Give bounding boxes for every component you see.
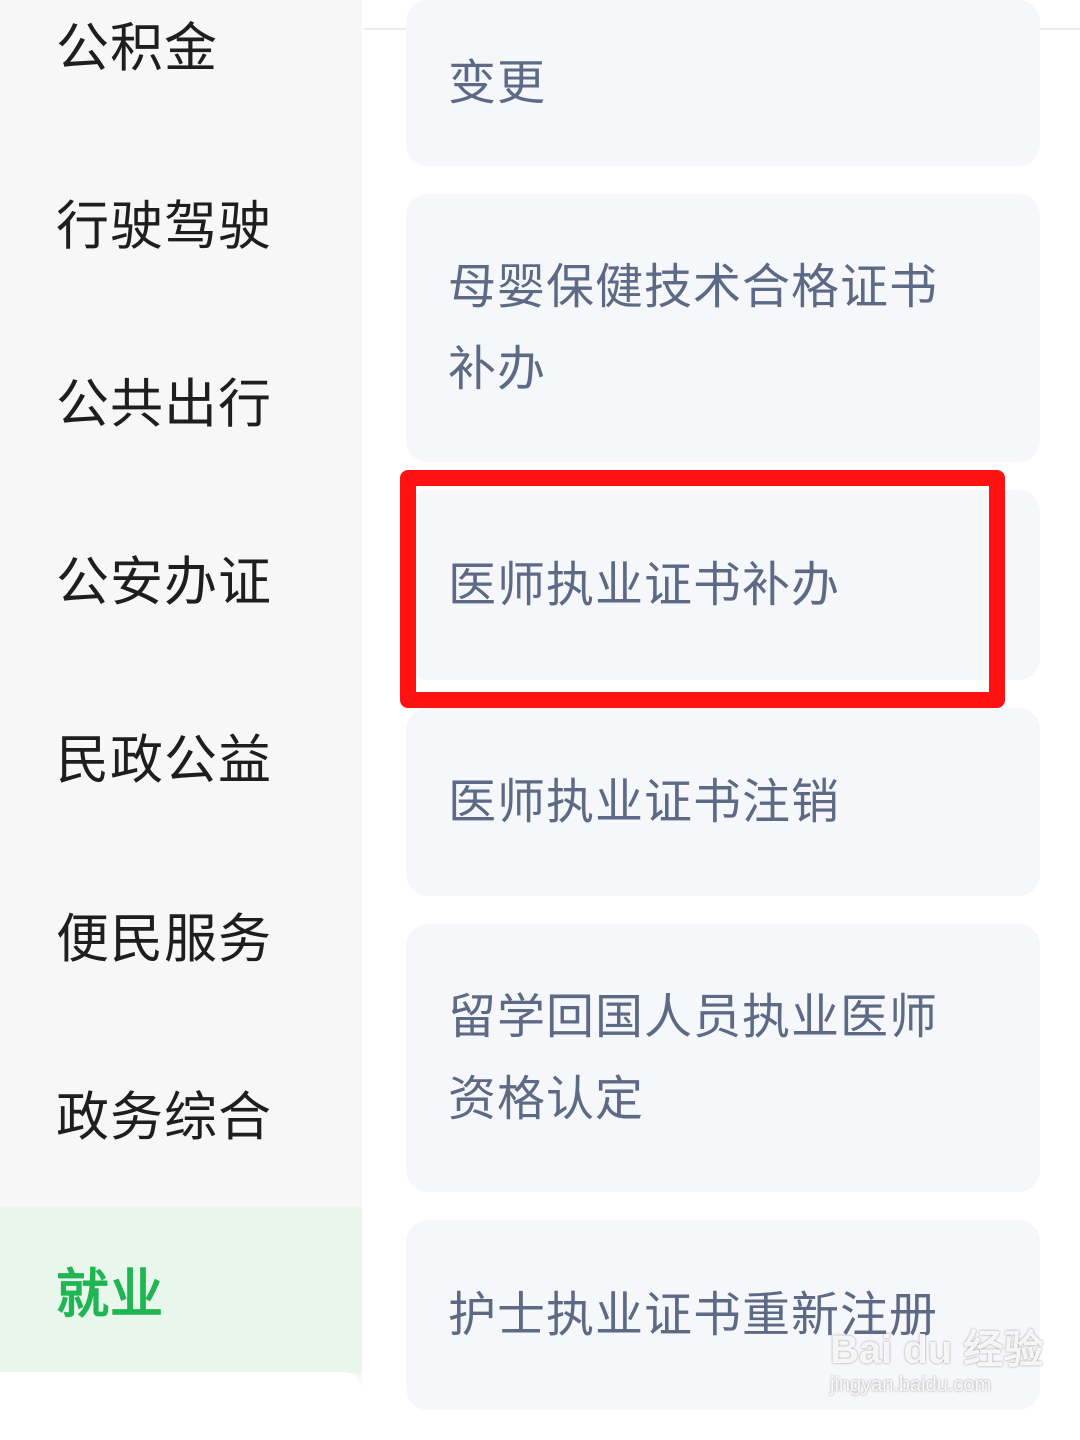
sidebar-item-label: 就业: [56, 1264, 164, 1325]
service-item[interactable]: 医师执业证书注销: [406, 708, 1040, 896]
sidebar-item-convenience[interactable]: 便民服务: [0, 855, 362, 1015]
category-sidebar: 公积金 行驶驾驶 公共出行 公安办证 民政公益 便民服务 政务综合 就业: [0, 0, 362, 1440]
service-item[interactable]: 留学回国人员执业医师 资格认定: [406, 924, 1040, 1192]
app-screen: 公积金 行驶驾驶 公共出行 公安办证 民政公益 便民服务 政务综合 就业 变更: [0, 0, 1080, 1440]
service-item-highlighted[interactable]: 医师执业证书补办: [406, 490, 1040, 680]
service-item[interactable]: 母婴保健技术合格证书 补办: [406, 194, 1040, 462]
service-item-label: 医师执业证书补办: [448, 557, 841, 613]
sidebar-item-employment[interactable]: 就业: [0, 1207, 362, 1373]
watermark-url: jingyan.baidu.com: [830, 1374, 992, 1396]
service-item-label-line2: 补办: [448, 341, 547, 397]
service-item-label-line2: 资格认定: [448, 1071, 645, 1127]
watermark-brand: Bai du 经验: [830, 1328, 1044, 1372]
sidebar-item-label: 公安办证: [56, 552, 272, 613]
service-item-label: 变更: [448, 55, 547, 111]
sidebar-item-housing-fund[interactable]: 公积金: [0, 0, 362, 124]
baidu-jingyan-watermark: Bai du 经验 jingyan.baidu.com: [830, 1328, 1044, 1418]
sidebar-item-label: 便民服务: [56, 909, 272, 970]
service-item-label: 留学回国人员执业医师: [448, 989, 939, 1045]
sidebar-item-public-security[interactable]: 公安办证: [0, 498, 362, 658]
service-item-label: 医师执业证书注销: [448, 774, 841, 830]
sidebar-item-label: 公积金: [56, 18, 218, 79]
service-item[interactable]: 变更: [406, 0, 1040, 166]
service-item-label: 母婴保健技术合格证书: [448, 259, 939, 315]
sidebar-item-public-transit[interactable]: 公共出行: [0, 320, 362, 480]
sidebar-item-civil-affairs[interactable]: 民政公益: [0, 676, 362, 836]
sidebar-item-government[interactable]: 政务综合: [0, 1033, 362, 1193]
sidebar-item-label: 行驶驾驶: [56, 196, 272, 257]
sidebar-item-label: 政务综合: [56, 1087, 272, 1148]
sidebar-item-label: 公共出行: [56, 374, 272, 435]
sidebar-bottom-spacer: [0, 1372, 362, 1440]
sidebar-item-driving[interactable]: 行驶驾驶: [0, 142, 362, 302]
sidebar-item-label: 民政公益: [56, 730, 272, 791]
service-list: 变更 母婴保健技术合格证书 补办 医师执业证书补办 医师执业证书注销 留学回国人…: [364, 0, 1080, 1440]
